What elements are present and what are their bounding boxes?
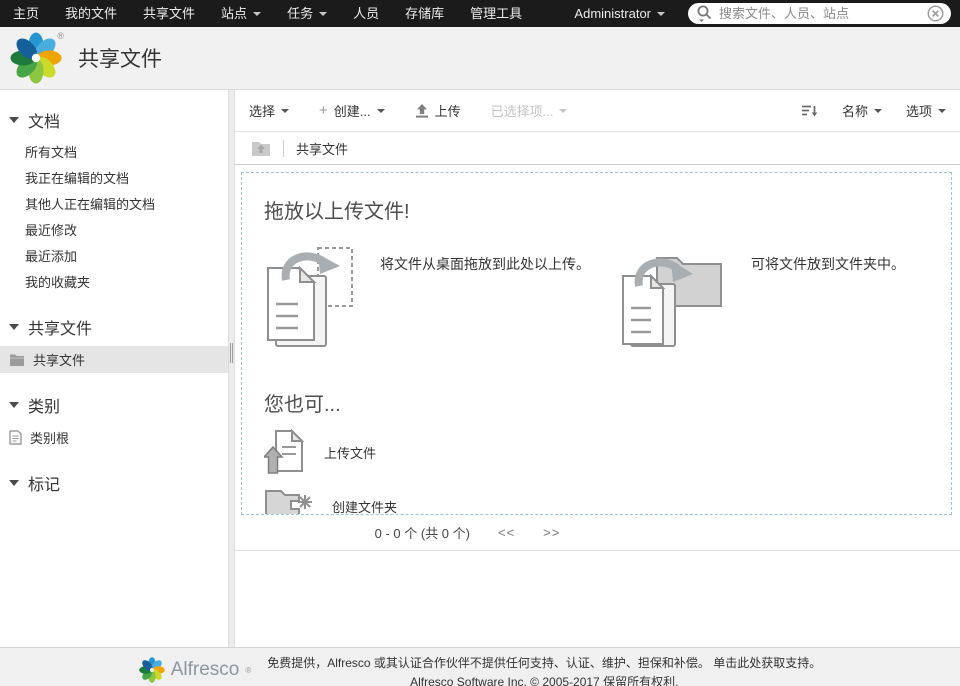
sidebar-section-shared-files: 共享文件 共享文件 <box>0 315 228 373</box>
page-footer: Alfresco ® 免费提供，Alfresco 或其认证合作伙伴不提供任何支持、… <box>0 647 960 686</box>
create-folder-link[interactable]: 创建文件夹 <box>332 497 397 516</box>
upload-file-action[interactable]: 上传文件 <box>264 429 941 475</box>
folder-up-icon[interactable] <box>251 140 271 156</box>
sidebar-section-title-shared-files[interactable]: 共享文件 <box>0 315 228 339</box>
drag-drop-upload-zone[interactable]: 拖放以上传文件! <box>241 172 952 515</box>
dropzone-title: 拖放以上传文件! <box>264 195 941 224</box>
dropzone-folder-hint-text: 可将文件放到文件夹中。 <box>751 236 952 360</box>
page-title: 共享文件 <box>78 43 162 73</box>
create-folder-action[interactable]: 创建文件夹 <box>264 487 941 515</box>
paginator-previous[interactable]: << <box>498 525 515 540</box>
sidebar-item-recently-modified[interactable]: 最近修改 <box>0 217 228 243</box>
footer-copyright: Alfresco Software Inc. © 2005-2017 保留所有权… <box>267 673 821 686</box>
sidebar-section-documents: 文档 所有文档 我正在编辑的文档 其他人正在编辑的文档 最近修改 最近添加 我的… <box>0 108 228 295</box>
footer-support-link[interactable]: 单击此处获取支持。 <box>713 656 821 670</box>
chevron-down-icon <box>377 109 385 113</box>
dropzone-desktop-hint-text: 将文件从桌面拖放到此处以上传。 <box>380 236 595 360</box>
chevron-down-icon <box>281 109 289 113</box>
main-panel: 选择 + 创建... 上传 已选择项... <box>235 90 960 647</box>
paginator: 0 - 0 个 (共 0 个) << >> <box>235 515 960 551</box>
breadcrumb-current-folder[interactable]: 共享文件 <box>296 139 348 158</box>
search-icon[interactable] <box>696 4 713 23</box>
sidebar-item-my-favorites[interactable]: 我的收藏夹 <box>0 269 228 295</box>
drop-into-folder-illustration <box>611 236 727 360</box>
chevron-down-icon <box>319 12 327 16</box>
selected-items-button[interactable]: 已选择项... <box>491 101 568 120</box>
breadcrumb: 共享文件 <box>235 132 960 165</box>
category-page-icon <box>9 430 22 445</box>
sidebar-resize-handle[interactable] <box>230 343 233 363</box>
footer-alfresco-logo: Alfresco ® <box>139 654 252 683</box>
user-menu[interactable]: Administrator <box>561 0 678 27</box>
flower-petals <box>11 33 62 84</box>
chevron-down-icon <box>874 109 882 113</box>
chevron-down-icon <box>657 12 665 16</box>
nav-home[interactable]: 主页 <box>0 0 52 27</box>
select-menu-button[interactable]: 选择 <box>249 101 289 120</box>
footer-disclaimer: 免费提供，Alfresco 或其认证合作伙伴不提供任何支持、认证、维护、担保和补… <box>267 656 710 670</box>
paginator-next[interactable]: >> <box>543 525 560 540</box>
sort-direction-icon[interactable] <box>801 104 818 118</box>
upload-file-icon[interactable] <box>264 429 306 475</box>
document-list-toolbar: 选择 + 创建... 上传 已选择项... <box>235 90 960 132</box>
global-search-box <box>688 3 951 24</box>
upload-button[interactable]: 上传 <box>415 101 461 120</box>
page-header: ® 共享文件 <box>0 27 960 90</box>
paginator-range: 0 - 0 个 (共 0 个) <box>375 523 470 542</box>
chevron-down-icon <box>938 109 946 113</box>
sidebar-item-im-editing[interactable]: 我正在编辑的文档 <box>0 165 228 191</box>
sidebar-section-tags: 标记 <box>0 471 228 495</box>
sidebar-item-shared-files-root[interactable]: 共享文件 <box>0 346 228 373</box>
sidebar-item-category-root[interactable]: 类别根 <box>0 424 228 451</box>
nav-admin-tools[interactable]: 管理工具 <box>457 0 535 27</box>
registered-mark: ® <box>57 31 64 41</box>
triangle-down-icon <box>9 402 19 408</box>
registered-mark: ® <box>245 666 251 675</box>
folder-icon <box>9 353 25 366</box>
plus-icon: + <box>319 102 328 119</box>
nav-shared-files[interactable]: 共享文件 <box>130 0 208 27</box>
chevron-down-icon <box>559 109 567 113</box>
search-clear-icon[interactable] <box>927 5 944 22</box>
triangle-down-icon <box>9 117 19 123</box>
footer-text: 免费提供，Alfresco 或其认证合作伙伴不提供任何支持、认证、维护、担保和补… <box>267 654 821 686</box>
options-menu-button[interactable]: 选项 <box>906 101 946 120</box>
drag-documents-illustration <box>264 236 356 360</box>
create-folder-icon[interactable] <box>264 487 314 515</box>
chevron-down-icon <box>253 12 261 16</box>
upload-icon <box>415 104 429 118</box>
sidebar-section-title-documents[interactable]: 文档 <box>0 108 228 132</box>
empty-area <box>235 551 960 647</box>
sidebar-splitter <box>228 90 235 647</box>
alfresco-logo: ® <box>10 32 62 84</box>
sort-field-button[interactable]: 名称 <box>842 101 882 120</box>
sidebar-section-title-tags[interactable]: 标记 <box>0 471 228 495</box>
sidebar-item-all-documents[interactable]: 所有文档 <box>0 139 228 165</box>
sidebar-section-title-categories[interactable]: 类别 <box>0 393 228 417</box>
sidebar-item-recently-added[interactable]: 最近添加 <box>0 243 228 269</box>
nav-people[interactable]: 人员 <box>340 0 392 27</box>
nav-repository[interactable]: 存储库 <box>392 0 457 27</box>
dropzone-desktop-hint: 将文件从桌面拖放到此处以上传。 <box>264 236 595 360</box>
nav-sites-menu[interactable]: 站点 <box>208 0 274 27</box>
sidebar-section-categories: 类别 类别根 <box>0 393 228 451</box>
sidebar: 文档 所有文档 我正在编辑的文档 其他人正在编辑的文档 最近修改 最近添加 我的… <box>0 90 228 647</box>
nav-tasks-menu[interactable]: 任务 <box>274 0 340 27</box>
nav-my-files[interactable]: 我的文件 <box>52 0 130 27</box>
search-input[interactable] <box>719 6 927 21</box>
dropzone-alternative-title: 您也可... <box>264 388 941 417</box>
sidebar-item-others-editing[interactable]: 其他人正在编辑的文档 <box>0 191 228 217</box>
triangle-down-icon <box>9 480 19 486</box>
upload-file-link[interactable]: 上传文件 <box>324 443 376 462</box>
triangle-down-icon <box>9 324 19 330</box>
create-menu-button[interactable]: + 创建... <box>319 101 385 120</box>
top-navigation-bar: 主页 我的文件 共享文件 站点 任务 人员 存储库 管理工具 Administr… <box>0 0 960 27</box>
footer-brand-text: Alfresco <box>171 659 240 681</box>
breadcrumb-divider <box>283 140 284 157</box>
dropzone-folder-hint: 可将文件放到文件夹中。 <box>595 236 952 360</box>
